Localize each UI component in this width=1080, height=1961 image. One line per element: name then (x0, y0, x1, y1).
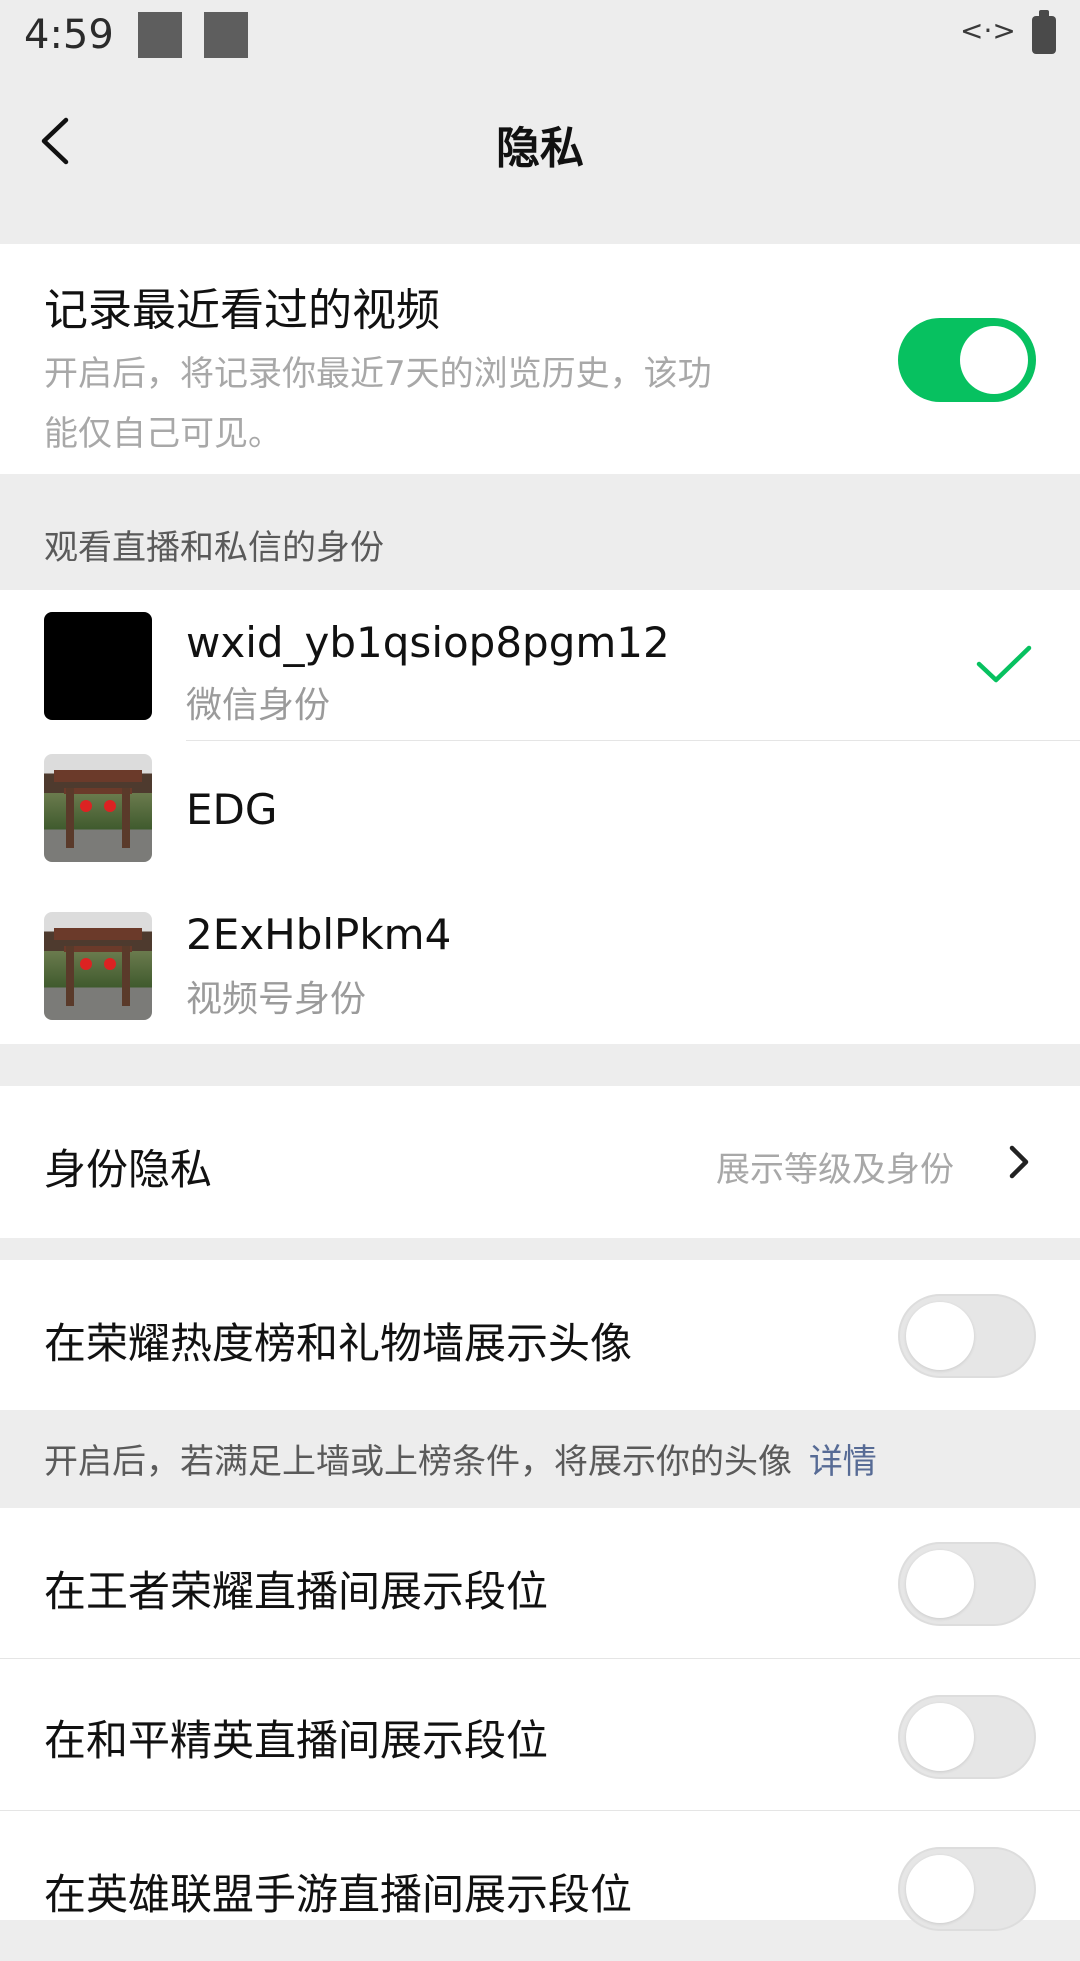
nav-bar: 隐私 (0, 76, 1080, 206)
honor-wall-note: 开启后，若满足上墙或上榜条件，将展示你的头像 详情 (44, 1434, 877, 1483)
rank-toggle-switch[interactable] (898, 1542, 1036, 1626)
identity-item-channels[interactable]: 2ExHblPkm4 视频号身份 (0, 892, 1080, 1042)
rank-toggle-label: 在英雄联盟手游直播间展示段位 (44, 1870, 633, 1919)
identity-name: wxid_yb1qsiop8pgm12 (186, 618, 670, 667)
avatar (44, 754, 152, 862)
honor-wall-toggle[interactable] (898, 1294, 1036, 1378)
avatar (44, 612, 152, 720)
page-title: 隐私 (496, 123, 584, 174)
notification-icon (204, 12, 248, 58)
identity-item-edg[interactable]: EDG (0, 741, 1080, 891)
rank-toggle-label: 在和平精英直播间展示段位 (44, 1716, 549, 1765)
rank-toggles-list: 在王者荣耀直播间展示段位 在和平精英直播间展示段位 在英雄联盟手游直播间展示段位 (0, 1508, 1080, 1931)
honor-wall-row: 在荣耀热度榜和礼物墙展示头像 (0, 1260, 1080, 1410)
rank-toggle-row: 在王者荣耀直播间展示段位 (0, 1508, 1080, 1658)
chevron-right-icon (1009, 1145, 1029, 1179)
honor-wall-label: 在荣耀热度榜和礼物墙展示头像 (44, 1319, 633, 1368)
honor-wall-note-text: 开启后，若满足上墙或上榜条件，将展示你的头像 (44, 1442, 792, 1482)
identity-privacy-label: 身份隐私 (44, 1145, 213, 1194)
battery-icon (1032, 10, 1056, 54)
status-bar: 4:59 <·> (0, 0, 1080, 76)
identity-name: 2ExHblPkm4 (186, 910, 452, 959)
record-video-title: 记录最近看过的视频 (44, 285, 440, 336)
rank-toggle-row: 在和平精英直播间展示段位 (0, 1659, 1080, 1809)
record-video-desc: 开启后，将记录你最近7天的浏览历史，该功 能仅自己可见。 (44, 344, 712, 464)
record-video-row: 记录最近看过的视频 开启后，将记录你最近7天的浏览历史，该功 能仅自己可见。 (0, 244, 1080, 474)
avatar (44, 912, 152, 1020)
identity-item-wechat[interactable]: wxid_yb1qsiop8pgm12 微信身份 (0, 590, 1080, 740)
rank-toggle-switch[interactable] (898, 1695, 1036, 1779)
identity-list: wxid_yb1qsiop8pgm12 微信身份 EDG 2ExHblPkm4 … (0, 590, 1080, 1044)
notification-icon (138, 12, 182, 58)
rank-toggle-label: 在王者荣耀直播间展示段位 (44, 1567, 549, 1616)
check-icon (976, 645, 1032, 683)
identity-type: 微信身份 (186, 685, 331, 726)
identity-privacy-value: 展示等级及身份 (716, 1150, 954, 1190)
record-video-desc-line1: 开启后，将记录你最近7天的浏览历史，该功 (44, 354, 712, 394)
identity-section-header: 观看直播和私信的身份 (44, 528, 384, 568)
rank-toggle-switch[interactable] (898, 1847, 1036, 1931)
identity-type: 视频号身份 (186, 979, 367, 1020)
record-video-desc-line2: 能仅自己可见。 (44, 414, 282, 454)
identity-name: EDG (186, 785, 278, 834)
status-time: 4:59 (24, 12, 114, 58)
network-icon: <·> (960, 14, 1016, 47)
rank-toggle-row: 在英雄联盟手游直播间展示段位 (0, 1811, 1080, 1961)
record-video-toggle[interactable] (898, 318, 1036, 402)
identity-privacy-row[interactable]: 身份隐私 展示等级及身份 (0, 1086, 1080, 1238)
details-link[interactable]: 详情 (809, 1442, 877, 1482)
